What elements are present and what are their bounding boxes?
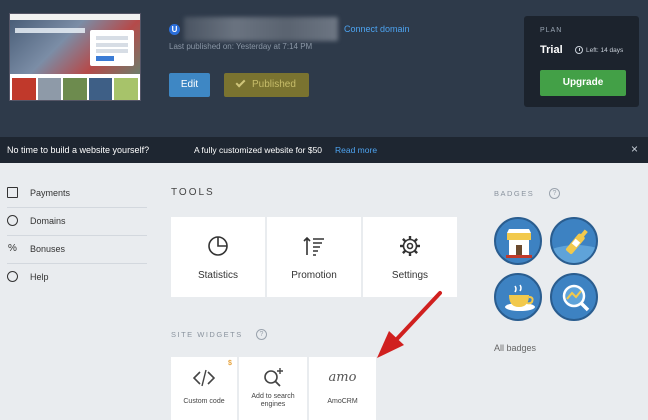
store-badge[interactable] — [494, 217, 542, 265]
widget-amocrm[interactable]: amo AmoCRM — [309, 357, 376, 420]
plan-days-left: Left: 14 days — [586, 47, 624, 54]
payments-icon — [7, 187, 18, 198]
tools-title: TOOLS — [171, 187, 215, 198]
search-plus-icon — [264, 368, 283, 387]
site-badge: U — [169, 24, 180, 35]
site-thumbnail[interactable] — [9, 13, 141, 101]
sidebar-item-help[interactable]: Help — [7, 264, 147, 292]
upgrade-button[interactable]: Upgrade — [540, 70, 626, 96]
tool-label: Settings — [391, 270, 429, 281]
widget-label: AmoCRM — [327, 398, 358, 405]
plan-panel: PLAN Trial Left: 14 days Upgrade — [524, 16, 639, 107]
check-icon — [235, 77, 246, 88]
domains-icon — [7, 215, 18, 226]
last-published-text: Last published on: Yesterday at 7:14 PM — [169, 42, 313, 51]
sidebar-item-domains[interactable]: Domains — [7, 208, 147, 236]
help-question-icon[interactable]: ? — [549, 188, 560, 199]
site-header: U Connect domain Last published on: Yest… — [0, 0, 648, 137]
plan-title: PLAN — [540, 27, 563, 34]
tool-label: Statistics — [197, 270, 238, 281]
analytics-badge[interactable] — [550, 273, 598, 321]
promo-offer: A fully customized website for $50 — [194, 145, 323, 155]
pie-chart-icon — [208, 236, 228, 256]
close-icon[interactable]: × — [631, 142, 638, 156]
code-icon — [193, 369, 215, 387]
thumbnail-form — [90, 30, 134, 66]
help-question-icon[interactable]: ? — [256, 329, 267, 340]
bottle-icon — [552, 229, 596, 263]
tool-statistics[interactable]: Statistics — [171, 217, 265, 297]
sidebar-item-bonuses[interactable]: % Bonuses — [7, 236, 147, 264]
sidebar-item-label: Bonuses — [30, 244, 66, 254]
coffee-badge[interactable] — [494, 273, 542, 321]
blurred-site-name — [184, 17, 338, 41]
widget-label: Custom code — [183, 398, 225, 405]
widget-label-line2: engines — [260, 401, 286, 408]
paid-marker: $ — [228, 360, 232, 367]
thumbnail-hero-text — [15, 28, 85, 33]
tool-promotion[interactable]: Promotion — [267, 217, 361, 297]
connect-domain-link[interactable]: Connect domain — [344, 24, 410, 34]
clock-icon — [575, 46, 583, 54]
coffee-cup-icon — [505, 284, 535, 311]
amocrm-logo: amo — [328, 370, 357, 385]
edit-button[interactable]: Edit — [169, 73, 210, 97]
sort-icon — [303, 236, 324, 256]
widget-search-engines[interactable]: Add to search engines — [239, 357, 307, 420]
plan-name: Trial — [540, 44, 563, 56]
tool-label: Promotion — [291, 270, 337, 281]
sidebar-item-label: Payments — [30, 188, 71, 198]
sidebar-item-label: Domains — [30, 216, 66, 226]
sidebar-item-label: Help — [30, 272, 49, 282]
read-more-link[interactable]: Read more — [335, 145, 377, 155]
published-label: Published — [252, 79, 296, 90]
promo-banner: No time to build a website yourself? A f… — [0, 137, 648, 163]
percent-icon: % — [8, 243, 17, 254]
bottle-badge[interactable] — [550, 217, 598, 265]
published-button[interactable]: Published — [224, 73, 309, 97]
promo-question: No time to build a website yourself? — [7, 145, 150, 155]
thumbnail-tiles — [10, 76, 140, 100]
sidebar-item-payments[interactable]: Payments — [7, 180, 147, 208]
widget-custom-code[interactable]: $ Custom code — [171, 357, 237, 420]
help-icon — [7, 271, 18, 282]
all-badges-link[interactable]: All badges — [494, 343, 536, 353]
store-icon — [506, 229, 532, 258]
tool-settings[interactable]: Settings — [363, 217, 457, 297]
gear-icon — [400, 236, 420, 256]
widget-label-line1: Add to search — [251, 393, 295, 400]
site-widgets-title: SITE WIDGETS — [171, 330, 243, 339]
badges-title: BADGES — [494, 189, 535, 198]
magnifier-chart-icon — [562, 284, 590, 312]
